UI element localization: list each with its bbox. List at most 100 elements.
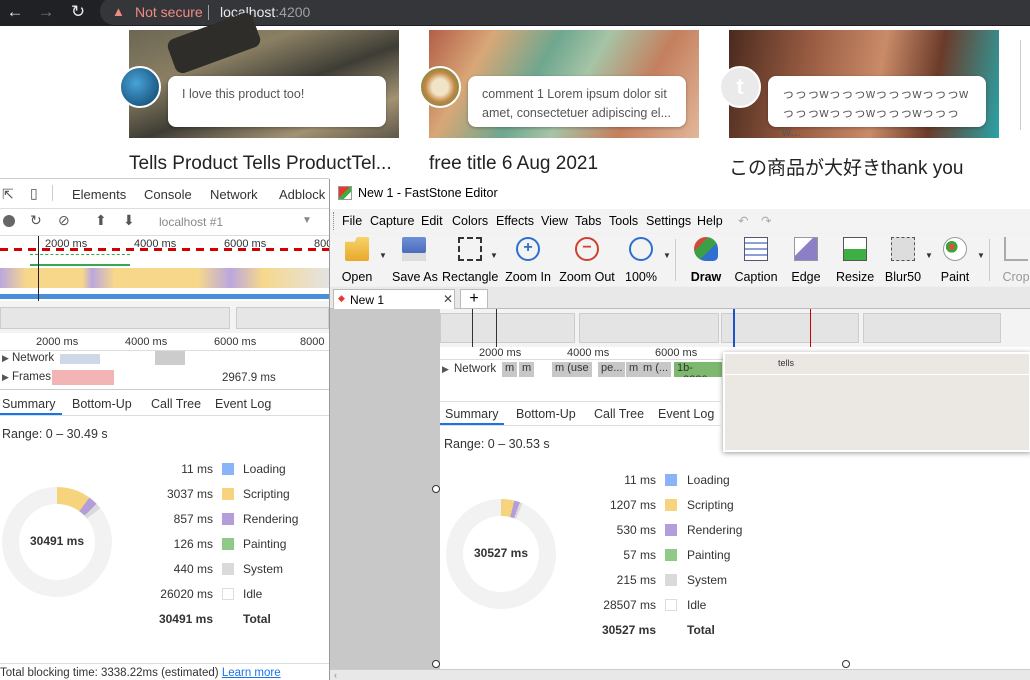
chevron-down-icon[interactable]: ▼: [925, 251, 933, 260]
image-tab-bottom-up: Bottom-Up: [516, 407, 576, 421]
image-donut-chart: 30527 ms: [446, 499, 556, 609]
tab-event-log[interactable]: Event Log: [215, 397, 271, 411]
reload-profile-icon[interactable]: ↻: [30, 212, 42, 229]
total-value: 30491 ms: [158, 612, 213, 626]
avatar[interactable]: [119, 66, 161, 108]
menu-help[interactable]: Help: [697, 214, 723, 228]
zoom-out-button[interactable]: − Zoom Out: [558, 237, 616, 284]
chevron-down-icon[interactable]: ▼: [663, 251, 671, 260]
resize-handle-left[interactable]: [432, 485, 440, 493]
resize-handle-bottom[interactable]: [842, 660, 850, 668]
range-text: Range: 0 – 30.49 s: [2, 427, 108, 441]
clear-icon[interactable]: ⊘: [58, 212, 70, 229]
security-status[interactable]: Not secure: [135, 4, 203, 20]
image-tab-summary: Summary: [445, 407, 499, 421]
menu-tabs[interactable]: Tabs: [575, 214, 601, 228]
chevron-down-icon[interactable]: ▼: [379, 251, 387, 260]
card-title-1[interactable]: Tells Product Tells ProductTel...: [129, 153, 392, 175]
card-title-2[interactable]: free title 6 Aug 2021: [429, 153, 598, 175]
expand-triangle-icon[interactable]: ▶: [2, 353, 9, 364]
tab-bottom-up[interactable]: Bottom-Up: [72, 397, 132, 411]
menu-effects[interactable]: Effects: [496, 214, 534, 228]
image-track-network: Network: [454, 363, 497, 375]
undo-icon[interactable]: ↶: [738, 213, 748, 228]
chevron-down-icon[interactable]: ▼: [302, 215, 312, 226]
chevron-down-icon[interactable]: ▼: [490, 251, 498, 260]
reload-icon[interactable]: ↻: [65, 0, 91, 26]
folder-icon: [345, 237, 369, 261]
document-tab-bar: ◆ New 1 ✕ +: [330, 287, 1030, 309]
tab-summary[interactable]: Summary: [2, 397, 55, 411]
menu-view[interactable]: View: [541, 214, 568, 228]
learn-more-link[interactable]: Learn more: [222, 667, 281, 679]
resize-button[interactable]: Resize: [836, 237, 874, 284]
window-title: New 1 - FastStone Editor: [358, 186, 498, 200]
blur-button[interactable]: Blur50: [884, 237, 922, 284]
tab-network[interactable]: Network: [210, 187, 258, 202]
back-icon[interactable]: ←: [2, 0, 28, 26]
track-network[interactable]: Network: [12, 352, 54, 364]
timeline-overview[interactable]: 2000 ms 4000 ms 6000 ms 800: [0, 236, 332, 331]
editor-canvas[interactable]: 2000 ms 4000 ms 6000 ms ▶ Network m m m …: [330, 309, 1030, 680]
inspect-icon[interactable]: ⇱: [2, 186, 14, 203]
record-icon[interactable]: [3, 215, 15, 227]
menu-capture[interactable]: Capture: [370, 214, 414, 228]
draw-button[interactable]: Draw: [688, 237, 724, 284]
add-tab-button[interactable]: +: [460, 289, 488, 309]
resize-handle-bottom-left[interactable]: [432, 660, 440, 668]
menu-file[interactable]: File: [342, 214, 362, 228]
omnibox-separator: [208, 5, 209, 20]
tab-console[interactable]: Console: [144, 187, 192, 202]
upload-icon[interactable]: ⬆: [95, 212, 107, 229]
save-as-button[interactable]: Save As: [392, 237, 438, 284]
app-icon: [338, 186, 352, 200]
title-bar[interactable]: New 1 - FastStone Editor: [330, 179, 1030, 209]
device-toggle-icon[interactable]: ▯: [30, 185, 38, 202]
edge-icon: [794, 237, 818, 261]
close-icon[interactable]: ✕: [443, 292, 453, 306]
zoom-100-button[interactable]: 100%: [624, 237, 658, 284]
tab-call-tree[interactable]: Call Tree: [151, 397, 201, 411]
paint-button[interactable]: Paint: [939, 237, 971, 284]
track-frames[interactable]: Frames: [12, 371, 51, 383]
edge-button[interactable]: Edge: [791, 237, 821, 284]
toolbar: Open ▼ Save As Rectangle ▼ + Zoom In − Z…: [330, 234, 1030, 286]
caption-button[interactable]: Caption: [734, 237, 778, 284]
tab-adblock[interactable]: Adblock: [279, 187, 325, 202]
menu-colors[interactable]: Colors: [452, 214, 488, 228]
loading-value: 11 ms: [181, 462, 213, 476]
forward-icon[interactable]: →: [33, 0, 59, 26]
devtools-panel: ⇱ ▯ Elements Console Network Adblock ↻ ⊘…: [0, 178, 332, 680]
painting-value: 126 ms: [173, 537, 213, 551]
card-title-3[interactable]: この商品が大好きthank you: [729, 153, 963, 180]
tab-elements[interactable]: Elements: [72, 187, 126, 202]
doc-tab-new1[interactable]: ◆ New 1 ✕: [333, 289, 455, 309]
loading-label: Loading: [243, 462, 286, 476]
painting-label: Painting: [243, 537, 287, 551]
menu-settings[interactable]: Settings: [646, 214, 691, 228]
open-button[interactable]: Open: [340, 237, 374, 284]
scroll-left-icon[interactable]: ‹: [334, 670, 337, 680]
filmstrip[interactable]: [0, 301, 329, 333]
horizontal-scrollbar[interactable]: ‹: [330, 669, 1030, 680]
avatar[interactable]: t: [719, 66, 761, 108]
crop-button[interactable]: Crop: [1001, 237, 1030, 284]
total-label: Total: [243, 612, 271, 626]
warning-triangle-icon[interactable]: ▲: [112, 4, 125, 19]
download-icon[interactable]: ⬇: [123, 212, 135, 229]
avatar[interactable]: [419, 66, 461, 108]
tab-dot-icon: ◆: [338, 293, 345, 303]
screenshot-image[interactable]: 2000 ms 4000 ms 6000 ms ▶ Network m m m …: [440, 309, 1030, 669]
expand-triangle-icon[interactable]: ▶: [2, 372, 9, 383]
rectangle-select-button[interactable]: Rectangle: [442, 237, 498, 284]
menu-edit[interactable]: Edit: [421, 214, 443, 228]
redo-icon[interactable]: ↷: [761, 213, 771, 228]
chevron-down-icon[interactable]: ▼: [977, 251, 985, 260]
idle-value: 26020 ms: [160, 587, 213, 601]
profile-select[interactable]: localhost #1: [159, 215, 223, 229]
crop-icon: [1004, 237, 1028, 261]
zoom-in-button[interactable]: + Zoom In: [504, 237, 552, 284]
system-swatch: [222, 563, 234, 575]
menu-tools[interactable]: Tools: [609, 214, 638, 228]
scripting-value: 3037 ms: [166, 487, 213, 501]
